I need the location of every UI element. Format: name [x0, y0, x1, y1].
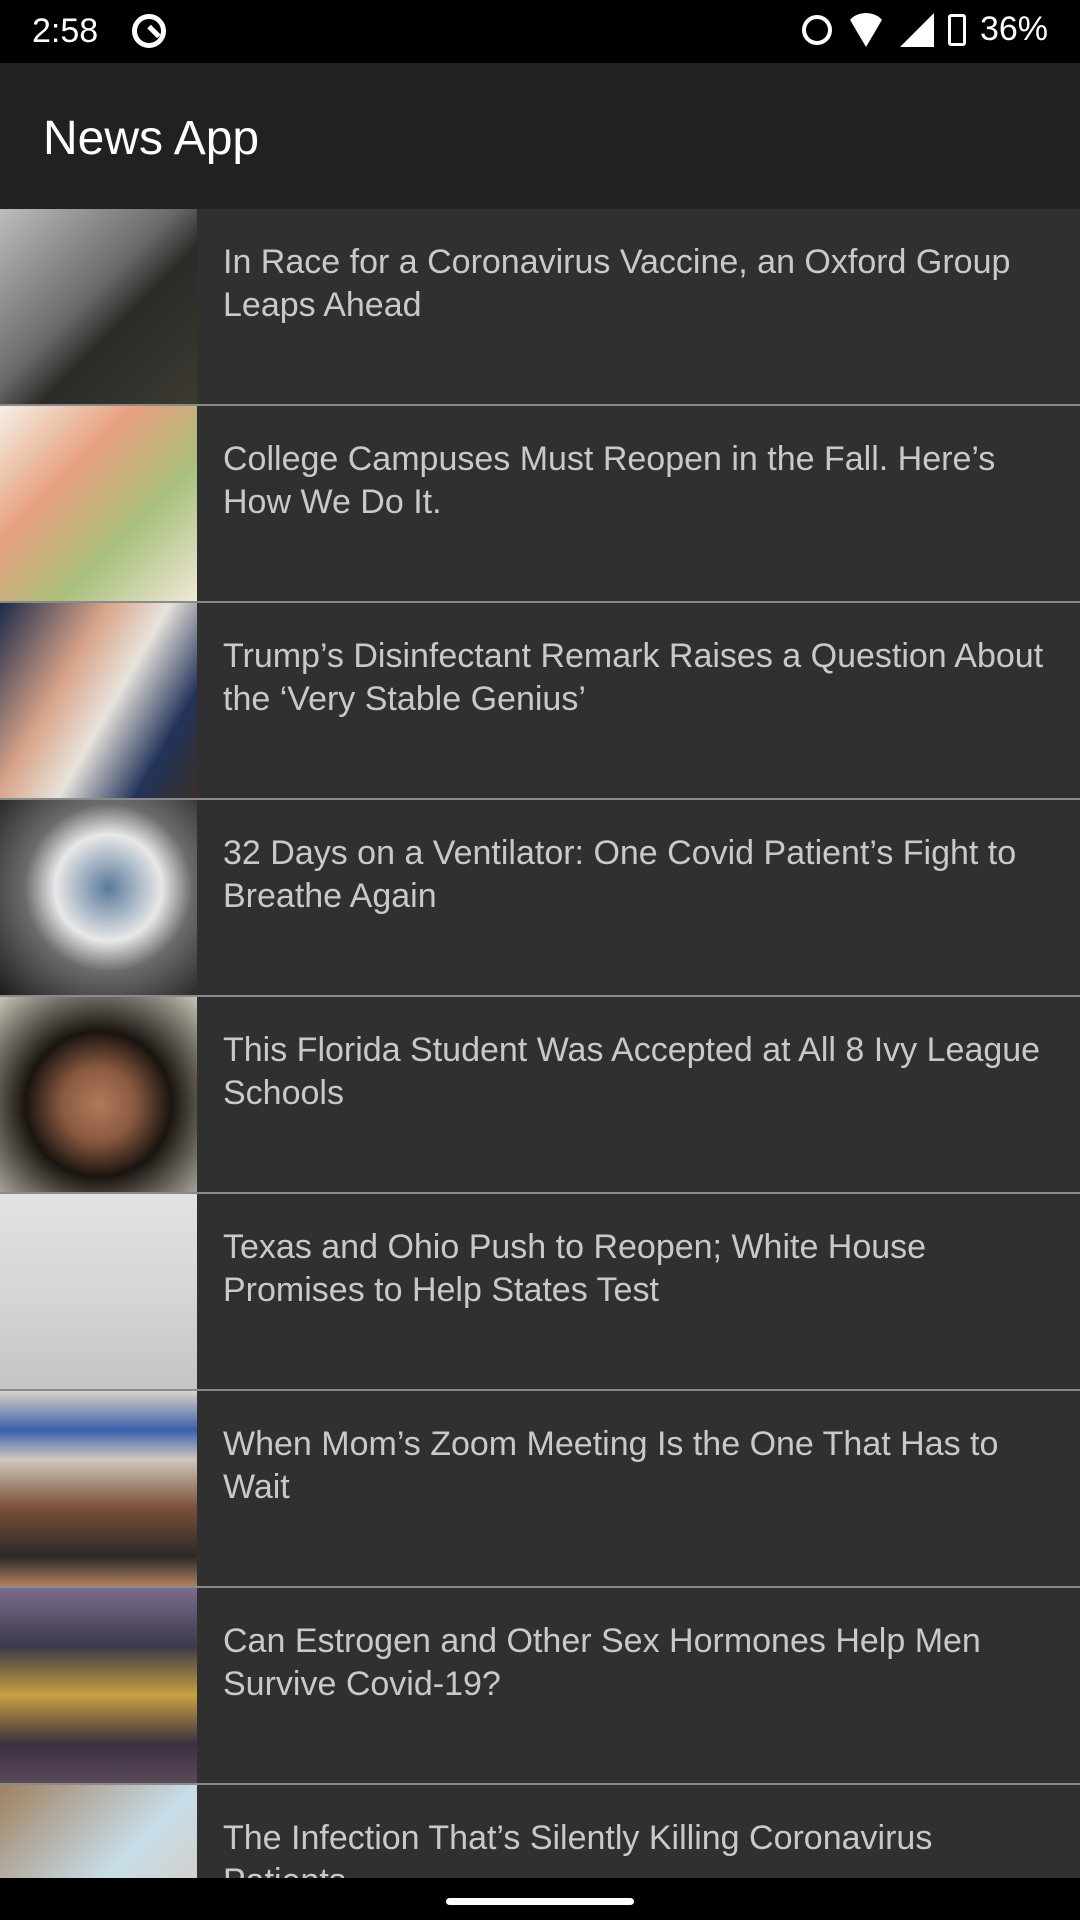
- article-title: The Infection That’s Silently Killing Co…: [223, 1819, 933, 1878]
- article-item[interactable]: When Mom’s Zoom Meeting Is the One That …: [0, 1391, 1080, 1588]
- article-thumbnail: [0, 406, 197, 601]
- navigation-bar: [0, 1878, 1080, 1920]
- cell-signal-icon: [899, 12, 934, 47]
- alarm-icon: [801, 14, 832, 45]
- article-item[interactable]: The Infection That’s Silently Killing Co…: [0, 1785, 1080, 1878]
- article-item[interactable]: Can Estrogen and Other Sex Hormones Help…: [0, 1588, 1080, 1785]
- article-item[interactable]: College Campuses Must Reopen in the Fall…: [0, 406, 1080, 603]
- article-title: Texas and Ohio Push to Reopen; White Hou…: [223, 1228, 927, 1309]
- article-item[interactable]: Trump’s Disinfectant Remark Raises a Que…: [0, 603, 1080, 800]
- app-bar: News App: [0, 63, 1080, 209]
- article-thumbnail: [0, 1194, 197, 1389]
- article-item[interactable]: This Florida Student Was Accepted at All…: [0, 997, 1080, 1194]
- article-title: When Mom’s Zoom Meeting Is the One That …: [223, 1425, 999, 1506]
- article-thumbnail: [0, 1785, 197, 1878]
- article-item[interactable]: 32 Days on a Ventilator: One Covid Patie…: [0, 800, 1080, 997]
- article-item[interactable]: Texas and Ohio Push to Reopen; White Hou…: [0, 1194, 1080, 1391]
- article-thumbnail: [0, 209, 197, 404]
- battery-charging-icon: [947, 13, 966, 46]
- status-time: 2:58: [32, 12, 99, 50]
- article-title: 32 Days on a Ventilator: One Covid Patie…: [223, 834, 1017, 915]
- home-gesture-handle[interactable]: [446, 1898, 634, 1905]
- article-list[interactable]: In Race for a Coronavirus Vaccine, an Ox…: [0, 209, 1080, 1878]
- article-title: College Campuses Must Reopen in the Fall…: [223, 440, 996, 521]
- app-title: News App: [43, 112, 260, 165]
- article-title: This Florida Student Was Accepted at All…: [223, 1031, 1041, 1112]
- article-title: In Race for a Coronavirus Vaccine, an Ox…: [223, 243, 1011, 324]
- article-item[interactable]: In Race for a Coronavirus Vaccine, an Ox…: [0, 209, 1080, 406]
- article-thumbnail: [0, 1391, 197, 1586]
- notification-app-icon: [132, 14, 166, 48]
- status-bar: 2:58 36%: [0, 0, 1080, 63]
- battery-percent: 36%: [979, 10, 1048, 48]
- article-thumbnail: [0, 603, 197, 798]
- wifi-icon: [845, 12, 886, 47]
- article-title: Trump’s Disinfectant Remark Raises a Que…: [223, 637, 1044, 718]
- article-thumbnail: [0, 997, 197, 1192]
- article-title: Can Estrogen and Other Sex Hormones Help…: [223, 1622, 981, 1703]
- article-thumbnail: [0, 1588, 197, 1783]
- article-thumbnail: [0, 800, 197, 995]
